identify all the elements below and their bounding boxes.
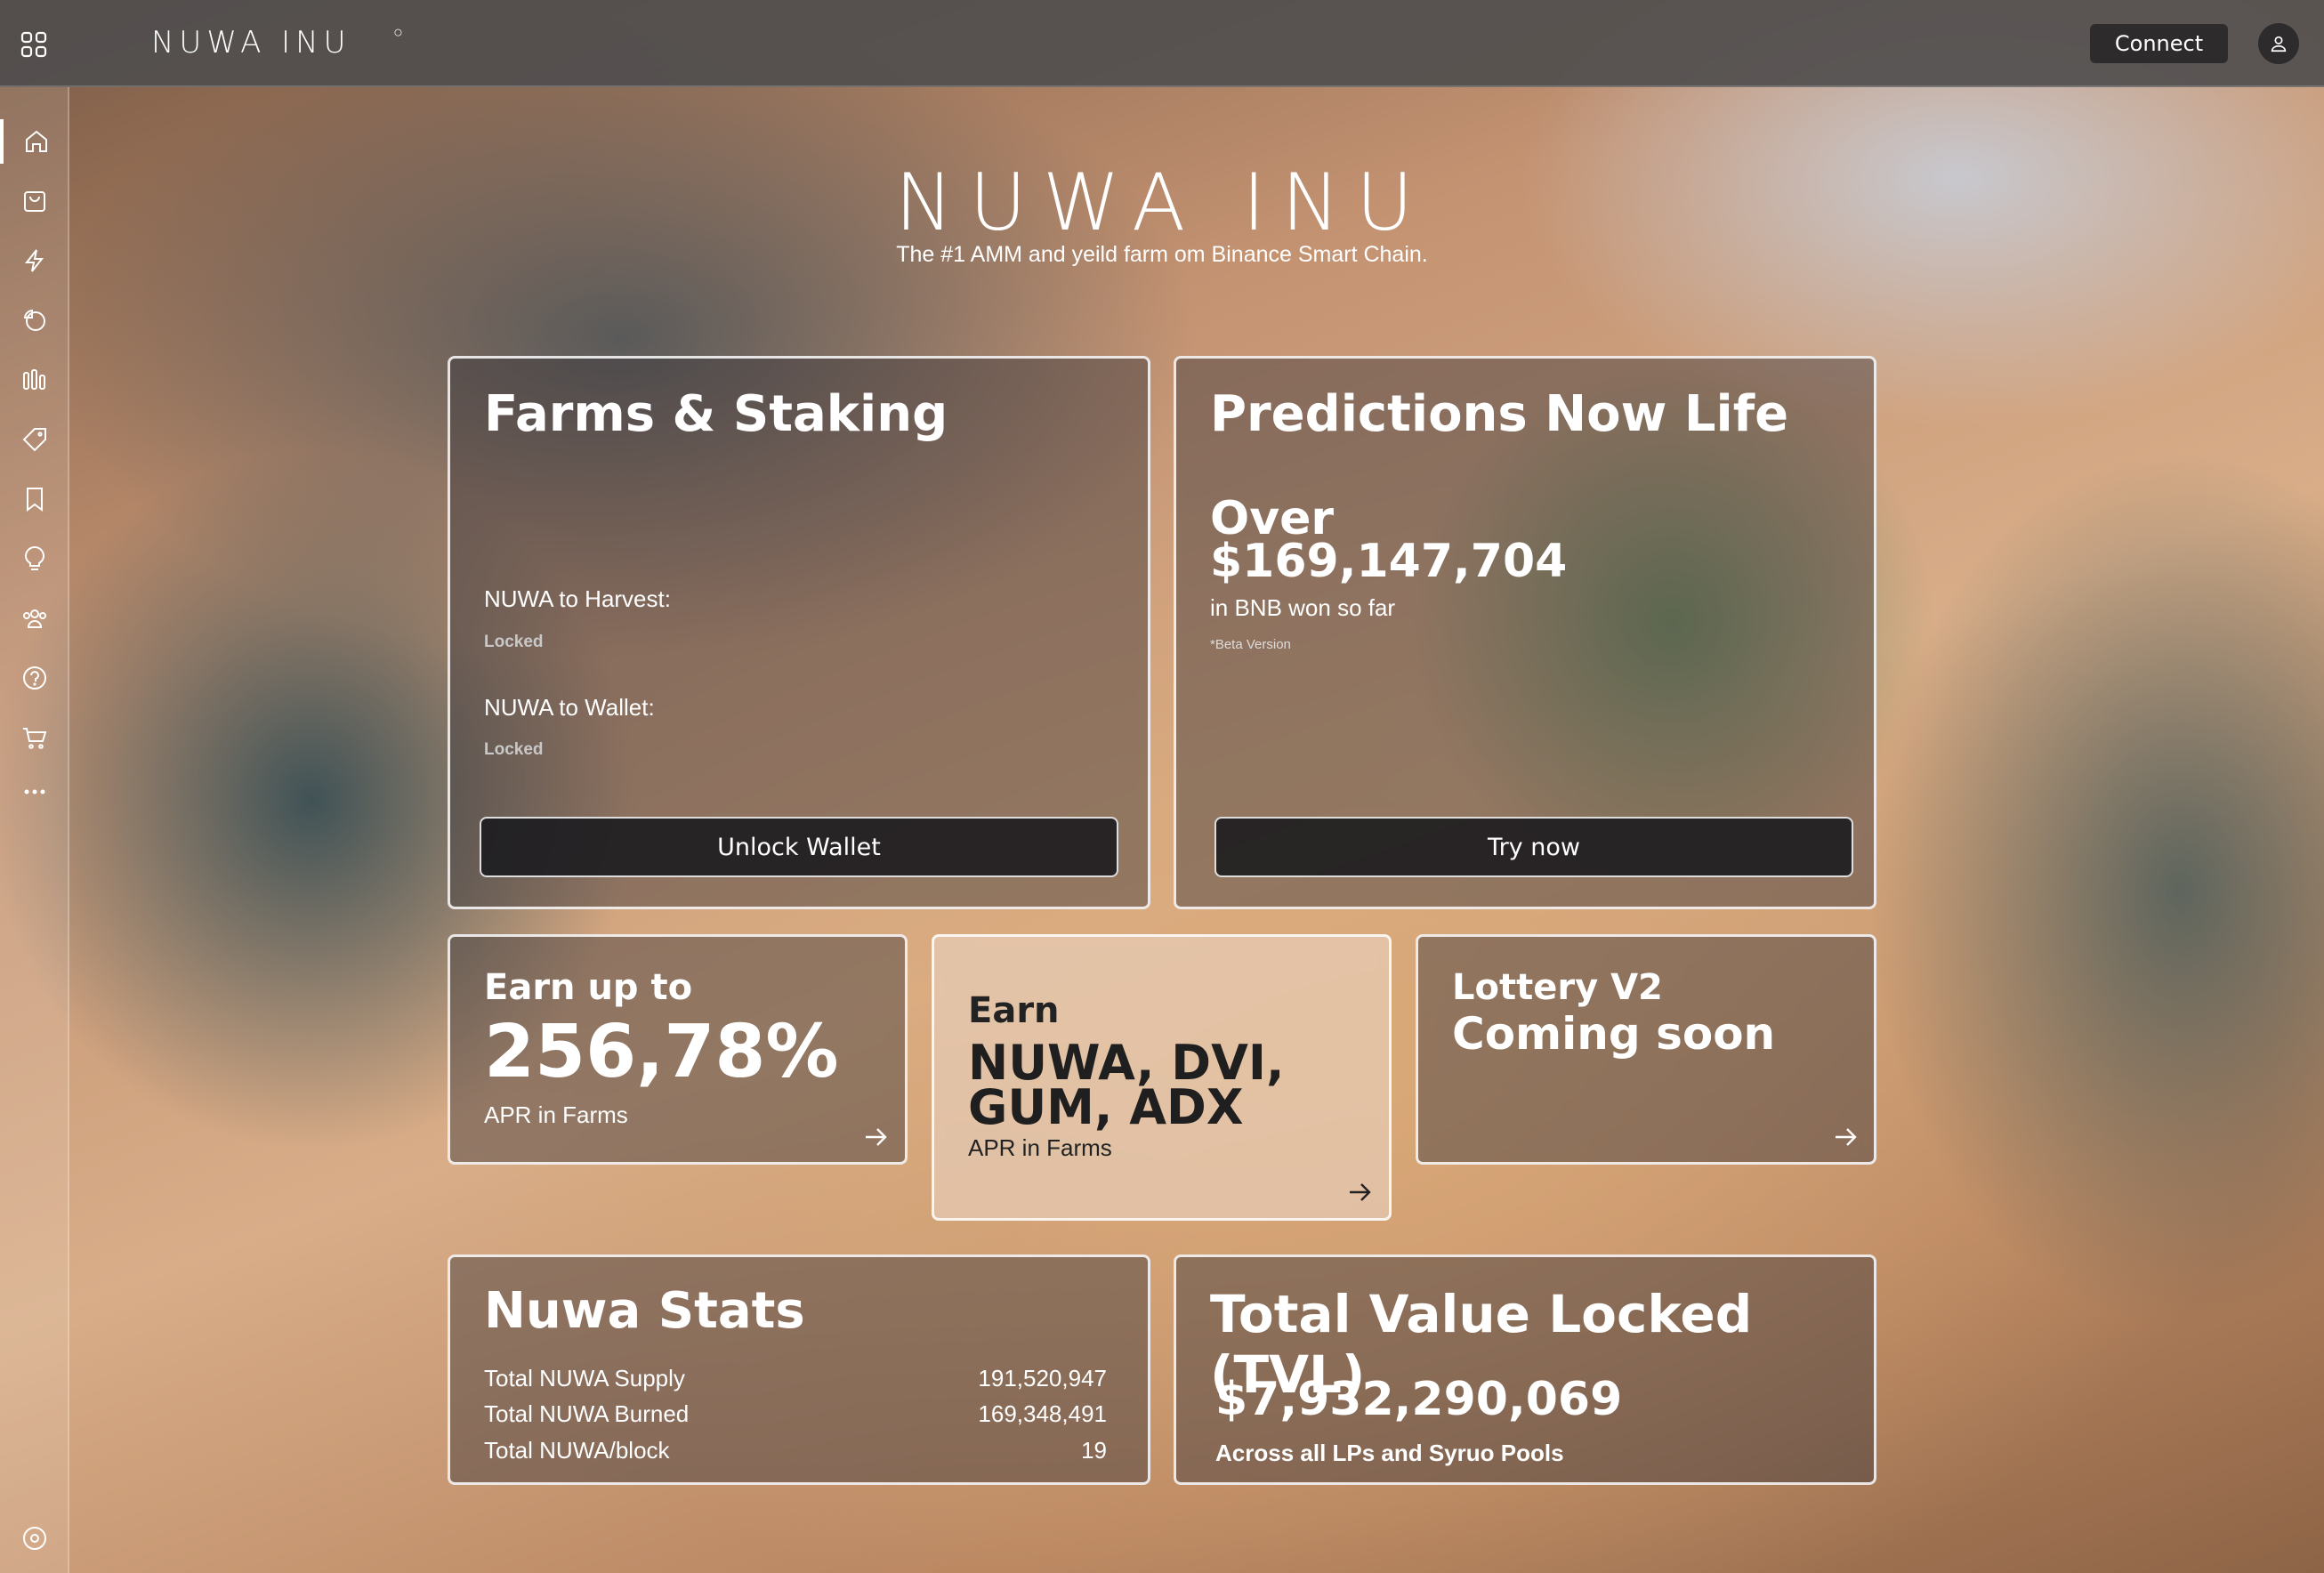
logo-mark-icon: ○ — [393, 23, 403, 41]
earn-tokens-card[interactable]: Earn NUWA, DVI, GUM, ADX APR in Farms — [932, 934, 1392, 1221]
shopping-bag-icon[interactable] — [0, 179, 69, 223]
lottery-line2: Coming soon — [1452, 1008, 1776, 1060]
unlock-wallet-button[interactable]: Unlock Wallet — [480, 817, 1118, 877]
stat-value: 191,520,947 — [978, 1365, 1107, 1392]
stat-label: Total NUWA/block — [484, 1437, 670, 1464]
farms-title: Farms & Staking — [484, 385, 948, 443]
earn-tokens-line2: GUM, ADX — [968, 1079, 1244, 1135]
hero-subtitle: The #1 AMM and yeild farm om Binance Sma… — [896, 242, 1428, 267]
stat-label: Total NUWA Supply — [484, 1365, 685, 1392]
predictions-caption: in BNB won so far — [1210, 594, 1396, 621]
connect-button[interactable]: Connect — [2090, 24, 2228, 63]
stat-value: 19 — [1081, 1437, 1107, 1464]
stat-row: Total NUWA/block 19 — [484, 1437, 1107, 1464]
arrow-right-icon[interactable] — [1832, 1124, 1859, 1150]
try-now-button[interactable]: Try now — [1214, 817, 1853, 877]
tag-icon[interactable] — [0, 417, 69, 462]
lottery-line1: Lottery V2 — [1452, 967, 1663, 1008]
settings-icon[interactable] — [0, 1516, 69, 1561]
bookmark-icon[interactable] — [0, 477, 69, 521]
stat-row: Total NUWA Burned 169,348,491 — [484, 1400, 1107, 1428]
stats-card: Nuwa Stats Total NUWA Supply 191,520,947… — [448, 1254, 1150, 1485]
farms-card: Farms & Staking NUWA to Harvest: Locked … — [448, 356, 1150, 909]
harvest-label: NUWA to Harvest: — [484, 585, 671, 612]
earn-apr-caption: APR in Farms — [484, 1101, 628, 1128]
tvl-caption: Across all LPs and Syruo Pools — [1215, 1440, 1564, 1466]
lottery-card[interactable]: Lottery V2 Coming soon — [1416, 934, 1876, 1165]
app-grid-icon[interactable] — [20, 30, 48, 59]
bar-chart-icon[interactable] — [0, 358, 69, 402]
earn-tokens-caption: APR in Farms — [968, 1134, 1112, 1161]
earn-apr-card[interactable]: Earn up to 256,78% APR in Farms — [448, 934, 908, 1165]
tvl-amount: $7,932,290,069 — [1215, 1373, 1623, 1426]
earn-apr-pre: Earn up to — [484, 967, 693, 1008]
arrow-right-icon[interactable] — [862, 1124, 889, 1150]
hero-title: NUWA INU — [894, 157, 1430, 248]
harvest-value: Locked — [484, 633, 544, 651]
cart-icon[interactable] — [0, 715, 69, 760]
predictions-title: Predictions Now Life — [1210, 385, 1789, 443]
predictions-card: Predictions Now Life Over $169,147,704 i… — [1174, 356, 1876, 909]
logo[interactable]: NUWA INU — [151, 25, 351, 60]
lightning-icon[interactable] — [0, 238, 69, 283]
stats-title: Nuwa Stats — [484, 1282, 805, 1340]
top-bar: NUWA INU ○ Connect — [0, 0, 2324, 87]
wallet-label: NUWA to Wallet: — [484, 694, 655, 721]
earn-apr-value: 256,78% — [484, 1010, 839, 1094]
wallet-value: Locked — [484, 740, 544, 759]
help-icon[interactable] — [0, 656, 69, 700]
lightbulb-icon[interactable] — [0, 536, 69, 581]
stat-label: Total NUWA Burned — [484, 1400, 690, 1427]
more-icon[interactable] — [0, 770, 69, 814]
pie-chart-icon[interactable] — [0, 298, 69, 343]
users-icon[interactable] — [0, 596, 69, 641]
sidebar — [0, 87, 69, 1573]
user-icon[interactable] — [2258, 23, 2299, 64]
home-icon[interactable] — [0, 119, 69, 164]
earn-tokens-pre: Earn — [968, 990, 1060, 1031]
tvl-card: Total Value Locked (TVL) $7,932,290,069 … — [1174, 1254, 1876, 1485]
arrow-right-icon[interactable] — [1346, 1179, 1373, 1206]
predictions-amount: $169,147,704 — [1210, 535, 1568, 588]
beta-note: *Beta Version — [1210, 637, 1291, 652]
stat-row: Total NUWA Supply 191,520,947 — [484, 1365, 1107, 1392]
stat-value: 169,348,491 — [978, 1400, 1107, 1427]
